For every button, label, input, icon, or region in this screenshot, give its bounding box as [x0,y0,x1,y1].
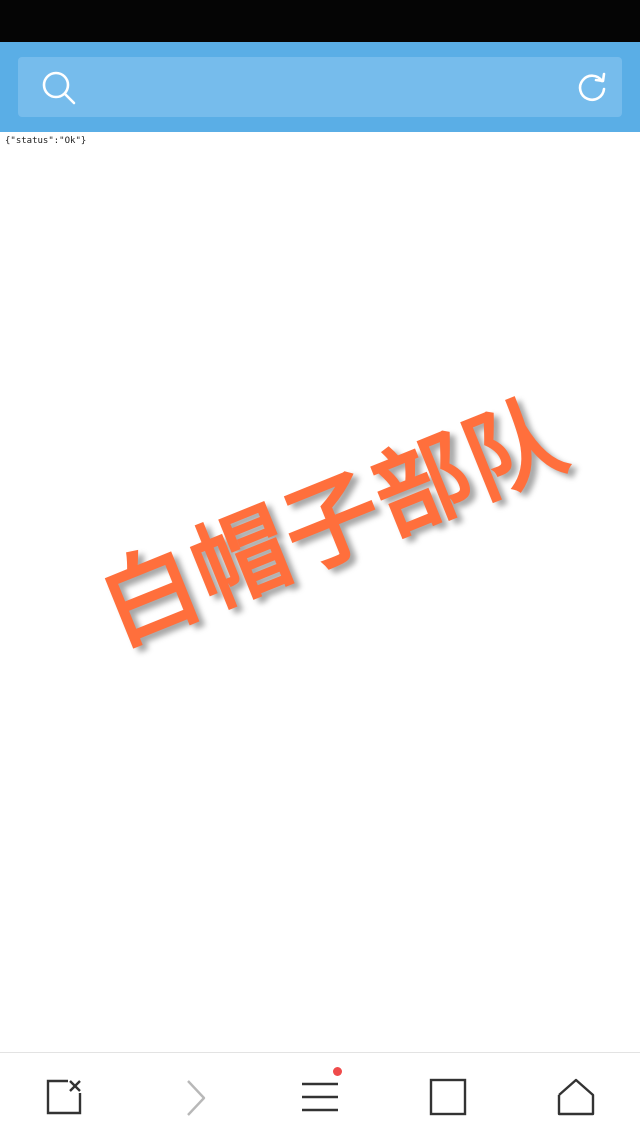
tabs-icon [428,1077,468,1117]
bottom-toolbar [0,1052,640,1139]
notification-dot [333,1067,342,1076]
close-tab-icon [44,1077,84,1117]
home-icon [556,1077,596,1117]
forward-button[interactable] [170,1073,218,1121]
home-button[interactable] [552,1073,600,1121]
menu-icon [300,1077,340,1117]
status-bar [0,0,640,42]
menu-button[interactable] [296,1067,344,1121]
search-icon[interactable] [40,69,78,107]
tabs-button[interactable] [424,1073,472,1121]
json-response-text: {"status":"Ok"} [5,136,87,146]
address-bar[interactable] [18,57,622,117]
browser-header [0,42,640,132]
refresh-icon[interactable] [574,69,610,105]
close-tab-button[interactable] [40,1073,88,1121]
forward-icon [174,1077,214,1117]
